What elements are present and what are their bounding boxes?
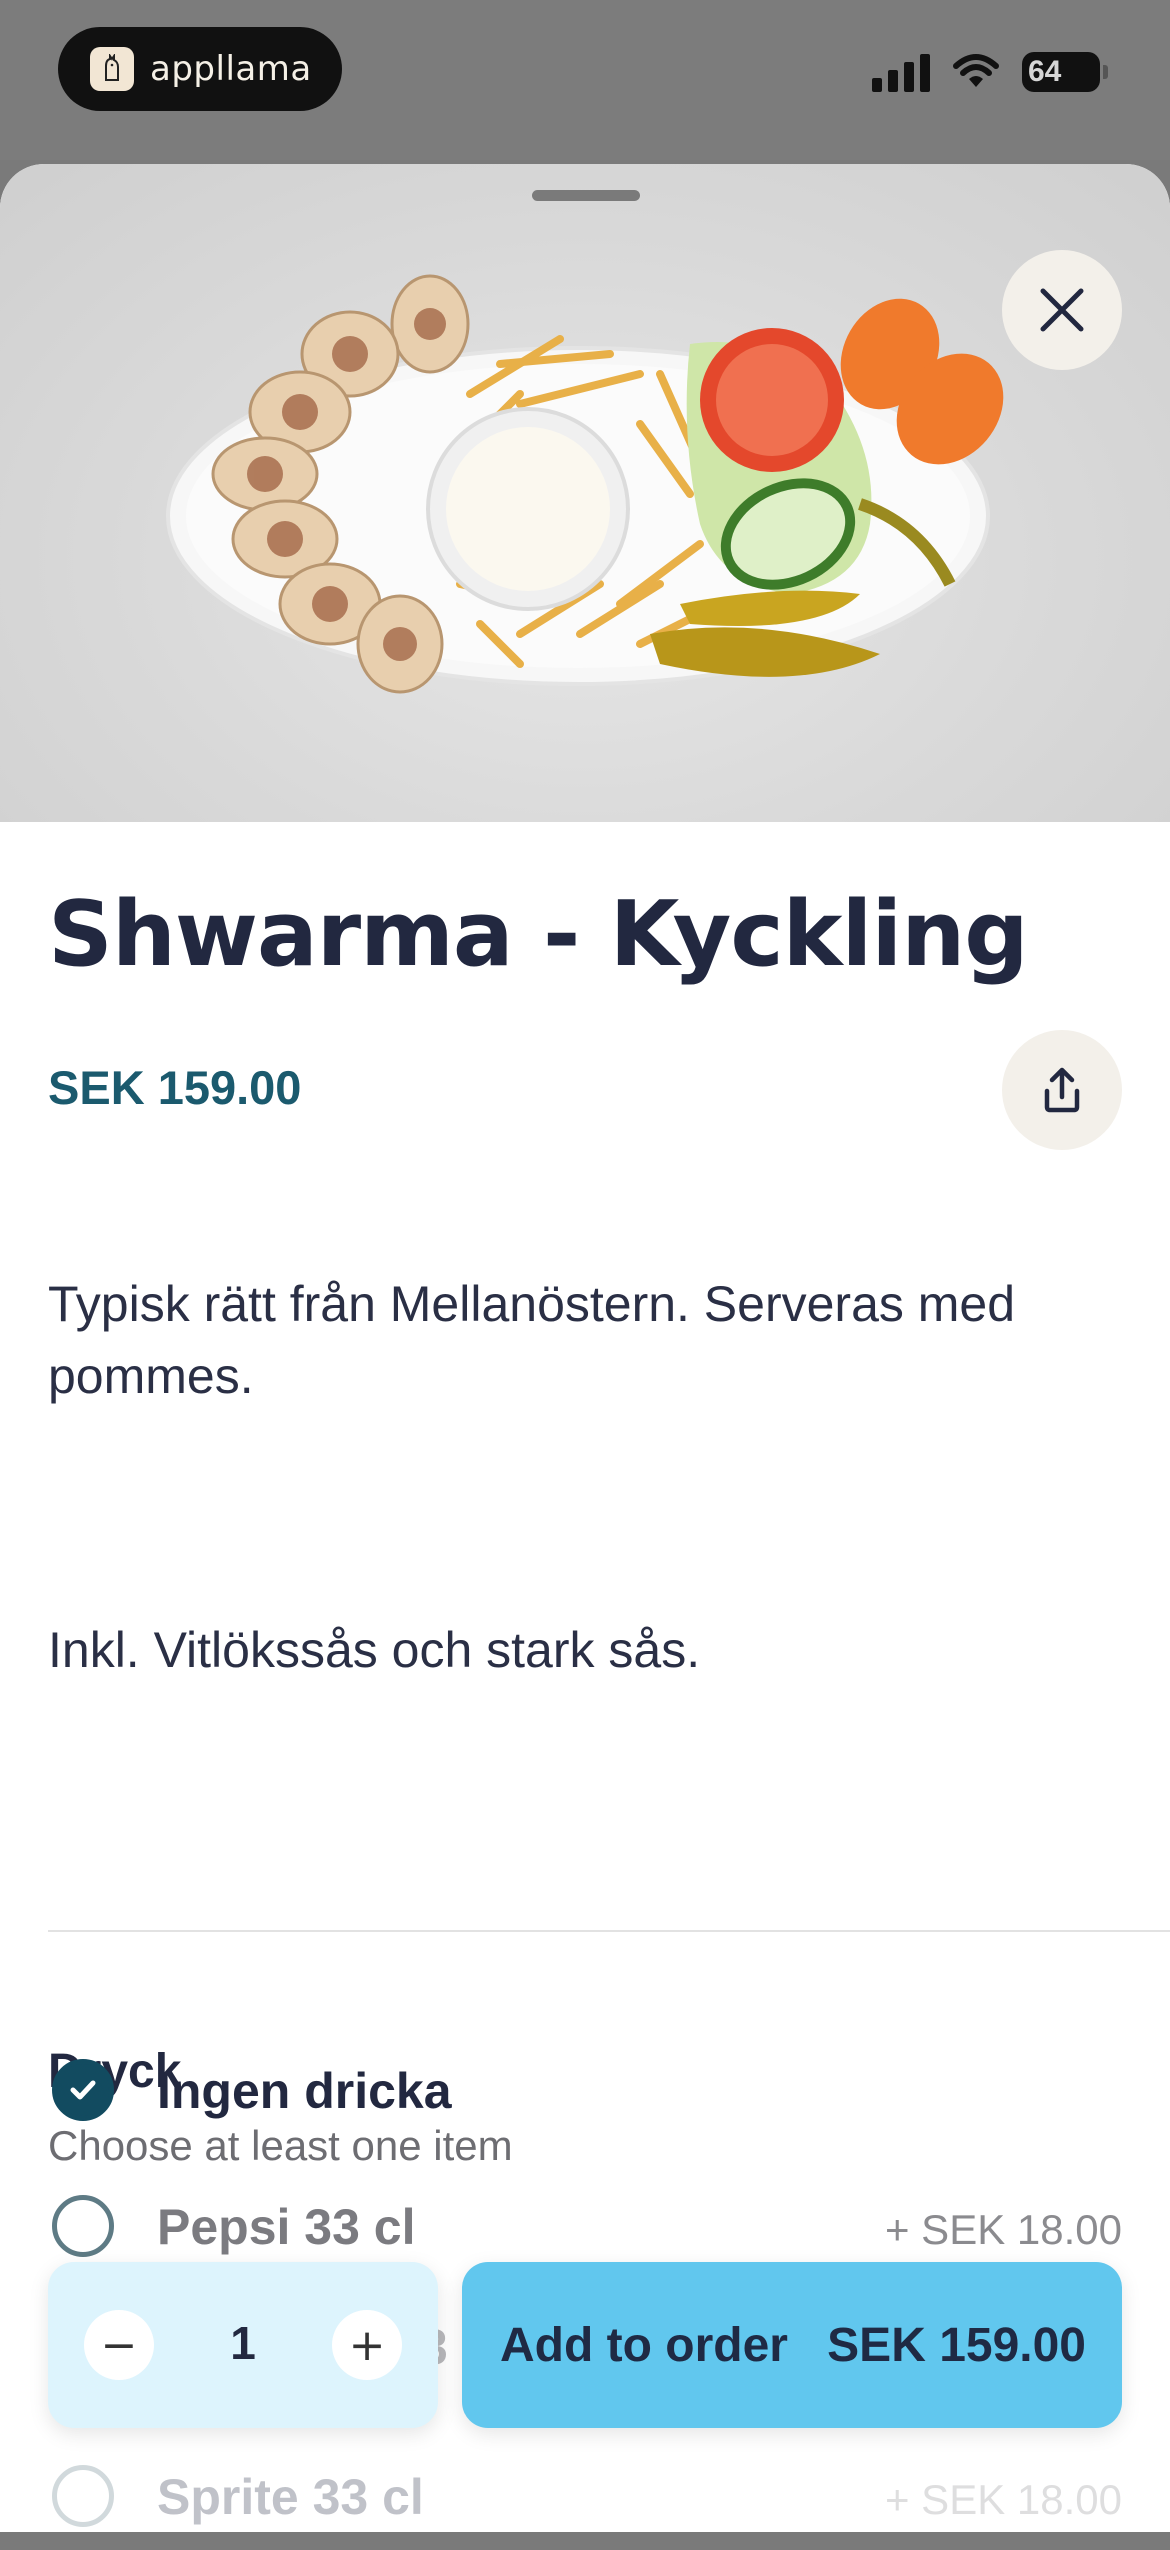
checkmark-icon: [70, 2080, 96, 2100]
battery-level: 64: [1028, 55, 1062, 88]
option-label: Pepsi 33 cl: [157, 2199, 416, 2255]
option-ingen-dricka[interactable]: Ingen dricka: [0, 2034, 1170, 2144]
close-icon: [1040, 288, 1084, 332]
option-label: Ingen dricka: [157, 2063, 452, 2119]
option-price: + SEK 18.00: [884, 2206, 1122, 2253]
app-name: appllama: [150, 49, 312, 89]
quantity-stepper: − 1 +: [48, 2262, 438, 2428]
product-price: SEK 159.00: [48, 1061, 302, 1114]
product-description: Typisk rätt från Mellanöstern. Serveras …: [48, 1276, 1016, 1404]
add-to-order-label: Add to order: [500, 2318, 788, 2372]
shwarma-plate-illustration: [166, 274, 1004, 694]
radio-unchecked[interactable]: [52, 2465, 114, 2527]
wifi-icon: [953, 54, 999, 87]
product-title: Shwarma - Kyckling: [48, 882, 1029, 987]
share-icon: [1044, 1067, 1080, 1113]
battery-icon: 64: [1022, 52, 1108, 92]
option-label: Sprite 33 cl: [157, 2469, 424, 2525]
product-includes: Inkl. Vitlökssås och stark sås.: [48, 1622, 701, 1678]
increase-quantity-button[interactable]: +: [332, 2310, 402, 2380]
llama-logo-icon: [90, 47, 134, 91]
divider: [48, 1930, 1170, 1932]
cellular-signal-icon: [872, 52, 930, 92]
app-indicator-pill[interactable]: appllama: [58, 27, 342, 111]
sheet-grabber[interactable]: [532, 190, 640, 201]
radio-checked[interactable]: [52, 2059, 114, 2121]
option-price: + SEK 18.00: [884, 2476, 1122, 2523]
add-to-order-price: SEK 159.00: [827, 2318, 1086, 2372]
battery-nub: [1103, 65, 1108, 79]
radio-unchecked[interactable]: [52, 2195, 114, 2257]
close-button[interactable]: [1002, 250, 1122, 370]
share-button[interactable]: [1002, 1030, 1122, 1150]
product-image: [0, 164, 1170, 822]
option-sprite[interactable]: Sprite 33 cl + SEK 18.00: [0, 2440, 1170, 2550]
add-to-order-button[interactable]: Add to order SEK 159.00: [462, 2262, 1122, 2428]
status-bar: appllama 64: [0, 0, 1170, 160]
status-icons: 64: [872, 52, 1108, 92]
